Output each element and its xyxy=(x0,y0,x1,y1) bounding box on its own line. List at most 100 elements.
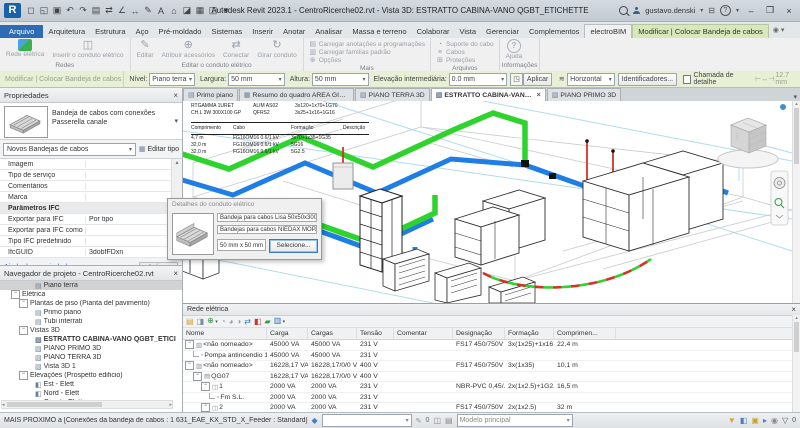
property-row-imagem[interactable]: Imagem xyxy=(0,159,182,170)
view-tab-resumo-do-quadro-area-gialla-q[interactable]: ▦Resumo do quadro AREA GIALLA Q... xyxy=(239,88,354,101)
thin-lines-icon[interactable]: ▦ xyxy=(194,5,206,16)
signed-in-user[interactable]: gustavo.denski xyxy=(645,6,695,15)
width-select[interactable]: 50 mm▾ xyxy=(228,73,285,86)
network-column-item[interactable] xyxy=(616,328,800,339)
offset-select[interactable]: 0.0 mm▾ xyxy=(449,73,507,86)
default-3d-view-icon[interactable]: ⌂ xyxy=(168,6,180,16)
browser-item-tubi-interrati[interactable]: ▤Tubi interrati xyxy=(0,317,182,326)
ribbon-tab-vista[interactable]: Vista xyxy=(455,25,482,38)
undo-icon[interactable]: ↶ xyxy=(64,5,76,16)
revit-logo-icon[interactable]: R xyxy=(4,3,21,18)
browser-item-vistas-3d[interactable]: −Vistas 3D xyxy=(0,326,182,335)
collapse-icon[interactable]: − xyxy=(19,299,28,308)
ribbon-button-ajuda[interactable]: ?Ajuda xyxy=(503,39,526,60)
search-all-icon[interactable]: ◑ xyxy=(236,317,241,327)
browser-item-piano-primo-3d[interactable]: ▧PIANO PRIMO 3D xyxy=(0,344,182,353)
ribbon-button-rede-el-trica[interactable]: ▦Rede elétrica xyxy=(3,39,47,58)
collapse-icon[interactable]: − xyxy=(201,403,210,412)
active-model-select[interactable]: Modelo principal ▾ xyxy=(457,414,573,427)
collapse-icon[interactable]: − xyxy=(185,361,194,370)
export-icon[interactable]: ◨ xyxy=(197,317,205,327)
open-icon[interactable]: ▤ xyxy=(186,317,194,327)
ribbon-button-girar-conduto[interactable]: ↻Girar conduto xyxy=(254,39,299,59)
type-selector-chevron-icon[interactable]: ▾ xyxy=(174,117,178,125)
help-menu-chevron-icon[interactable]: ▾ xyxy=(736,7,739,14)
search-up-icon[interactable]: ◕ xyxy=(229,317,234,327)
ribbon-button-suporte-do-cabo[interactable]: ◔Suporte do cabo xyxy=(434,40,496,48)
app-store-icon[interactable]: ⊟ xyxy=(708,6,715,15)
ribbon-button-carregar-fam-lias-padr-o[interactable]: ▥Carregar famílias padrão xyxy=(307,48,393,56)
help-icon[interactable]: ? xyxy=(720,5,731,16)
panel-display-toggle-icon[interactable]: ◉ ▾ xyxy=(773,26,785,34)
property-row-par-metros-ifc[interactable]: Parâmetros IFC▴ xyxy=(0,203,182,214)
popup-select-button[interactable]: Selecione... xyxy=(269,239,318,253)
properties-close-icon[interactable]: × xyxy=(173,91,178,100)
popup-size-field[interactable]: 50 mm x 50 mm xyxy=(217,239,266,251)
network-vertical-scrollbar[interactable]: ▴ xyxy=(792,315,800,413)
ribbon-tab-inserir[interactable]: Inserir xyxy=(247,25,278,38)
ribbon-tab-a-o[interactable]: Aço xyxy=(131,25,154,38)
minimize-button[interactable]: – xyxy=(744,6,758,16)
user-menu-chevron-icon[interactable]: ▾ xyxy=(700,7,703,14)
ribbon-tab-pr-moldado[interactable]: Pré-moldado xyxy=(154,25,207,38)
network-row-n-o-nomeado[interactable]: −▥<não nomeado>45000 VA45000 VA231 VFS17… xyxy=(183,340,800,351)
select-link-icon[interactable]: ▸ xyxy=(763,416,767,425)
ribbon-tab-massa-e-terreno[interactable]: Massa e terreno xyxy=(347,25,411,38)
property-row-coment-rios[interactable]: Comentários xyxy=(0,181,182,192)
measure-icon[interactable]: ∠ xyxy=(116,5,128,16)
element-filter-select[interactable]: Novos Bandejas de cabos ▾ xyxy=(3,143,136,156)
property-row-exportar-para-ifc-como[interactable]: Exportar para IFC como xyxy=(0,225,182,236)
search-icon[interactable] xyxy=(619,6,628,15)
collapse-icon[interactable]: − xyxy=(185,340,194,349)
new-file-icon[interactable]: ◻ xyxy=(25,5,37,16)
ribbon-button-atribuir-acess-rios[interactable]: ⊕Atribuir acessórios xyxy=(158,39,217,59)
ribbon-button-conectar[interactable]: ⇄Conectar xyxy=(220,39,252,59)
ribbon-button-cabos[interactable]: ≡Cabos xyxy=(434,48,467,56)
select-pinned-icon[interactable]: ◉ xyxy=(771,416,778,425)
network-table-header[interactable]: NomeCargaCargasTensãoComentarDesignaçãoF… xyxy=(183,328,800,340)
property-row-tipo-de-servi-o[interactable]: Tipo de serviço xyxy=(0,170,182,181)
ribbon-tab-analisar[interactable]: Analisar xyxy=(310,25,347,38)
tags-button[interactable]: Identificadores... xyxy=(618,73,677,86)
legend-icon[interactable]: ▰ xyxy=(265,317,271,327)
save-icon[interactable]: ▣ xyxy=(51,5,63,16)
filter-icon[interactable]: ▽ xyxy=(782,416,788,425)
browser-item-el-trica[interactable]: −Elétrica xyxy=(0,290,182,299)
view-tab-piano-terra-3d[interactable]: ▧PIANO TERRA 3D xyxy=(355,88,430,101)
ribbon-button-op-es[interactable]: ⊛Opções xyxy=(307,56,343,64)
network-column-designa-o[interactable]: Designação xyxy=(453,328,505,339)
network-column-comprimen[interactable]: Comprimen... xyxy=(554,328,616,339)
reveal-constraints-icon[interactable]: ▣ xyxy=(751,416,759,425)
browser-item-piano-terra[interactable]: ▤Piano terra xyxy=(0,281,182,290)
ribbon-tab-complementos[interactable]: Complementos xyxy=(524,25,584,38)
collapse-icon[interactable]: − xyxy=(19,371,28,380)
collapse-icon[interactable]: − xyxy=(19,326,28,335)
browser-horizontal-scrollbar[interactable]: ◂▸ xyxy=(1,400,173,409)
canvas-vertical-scrollbar[interactable]: ▴ xyxy=(792,101,800,303)
ribbon-tab-anotar[interactable]: Anotar xyxy=(278,25,310,38)
network-row-n-o-nomeado[interactable]: −▥<não nomeado>16228,17 VA16228,17/0/0 V… xyxy=(183,361,800,372)
network-column-forma-o[interactable]: Formação xyxy=(505,328,554,339)
design-options-icon[interactable]: ▤ xyxy=(445,416,453,425)
popup-family-field[interactable]: Bandejas para cabos NIEDAX MOPA ELETROFO… xyxy=(217,225,317,234)
browser-item-plantas-de-piso-pianta-del-pavimento[interactable]: −Plantas de piso (Pianta del pavimento) xyxy=(0,299,182,308)
type-selector[interactable]: Bandeja de cabos com conexões Passerella… xyxy=(0,103,182,140)
design-option-select[interactable]: ▾ xyxy=(322,414,412,427)
ribbon-tab-estrutura[interactable]: Estrutura xyxy=(90,25,130,38)
collapse-icon[interactable]: − xyxy=(11,290,20,299)
collapse-icon[interactable]: − xyxy=(193,372,202,381)
popup-type-field[interactable]: Bandeja para cabos Lisa 50x50x3000 xyxy=(217,213,317,222)
redo-icon[interactable]: ↷ xyxy=(77,5,89,16)
edit-in-place-icon[interactable]: ◧ xyxy=(740,416,748,425)
ribbon-tab-sistemas[interactable]: Sistemas xyxy=(206,25,247,38)
ribbon-tab-gerenciar[interactable]: Gerenciar xyxy=(481,25,524,38)
ribbon-tab-modificar-colocar-bandeja-de-cabos[interactable]: Modificar | Colocar Bandeja de cabos xyxy=(632,24,769,38)
ribbon-button-prote-es[interactable]: ⊞Proteções xyxy=(434,56,477,64)
detail-callout-checkbox[interactable] xyxy=(683,75,691,84)
open-icon[interactable]: ◱ xyxy=(38,5,50,16)
add-circuit-icon[interactable]: ⊕ ▾ xyxy=(207,316,218,327)
exclude-options-icon[interactable]: ▼ xyxy=(728,416,736,425)
browser-item-nord-elett[interactable]: ◧Nord - Elett xyxy=(0,389,182,398)
transfer-icon[interactable]: ⇄ xyxy=(103,5,115,16)
switch-windows-icon[interactable]: ◫ xyxy=(207,5,219,16)
